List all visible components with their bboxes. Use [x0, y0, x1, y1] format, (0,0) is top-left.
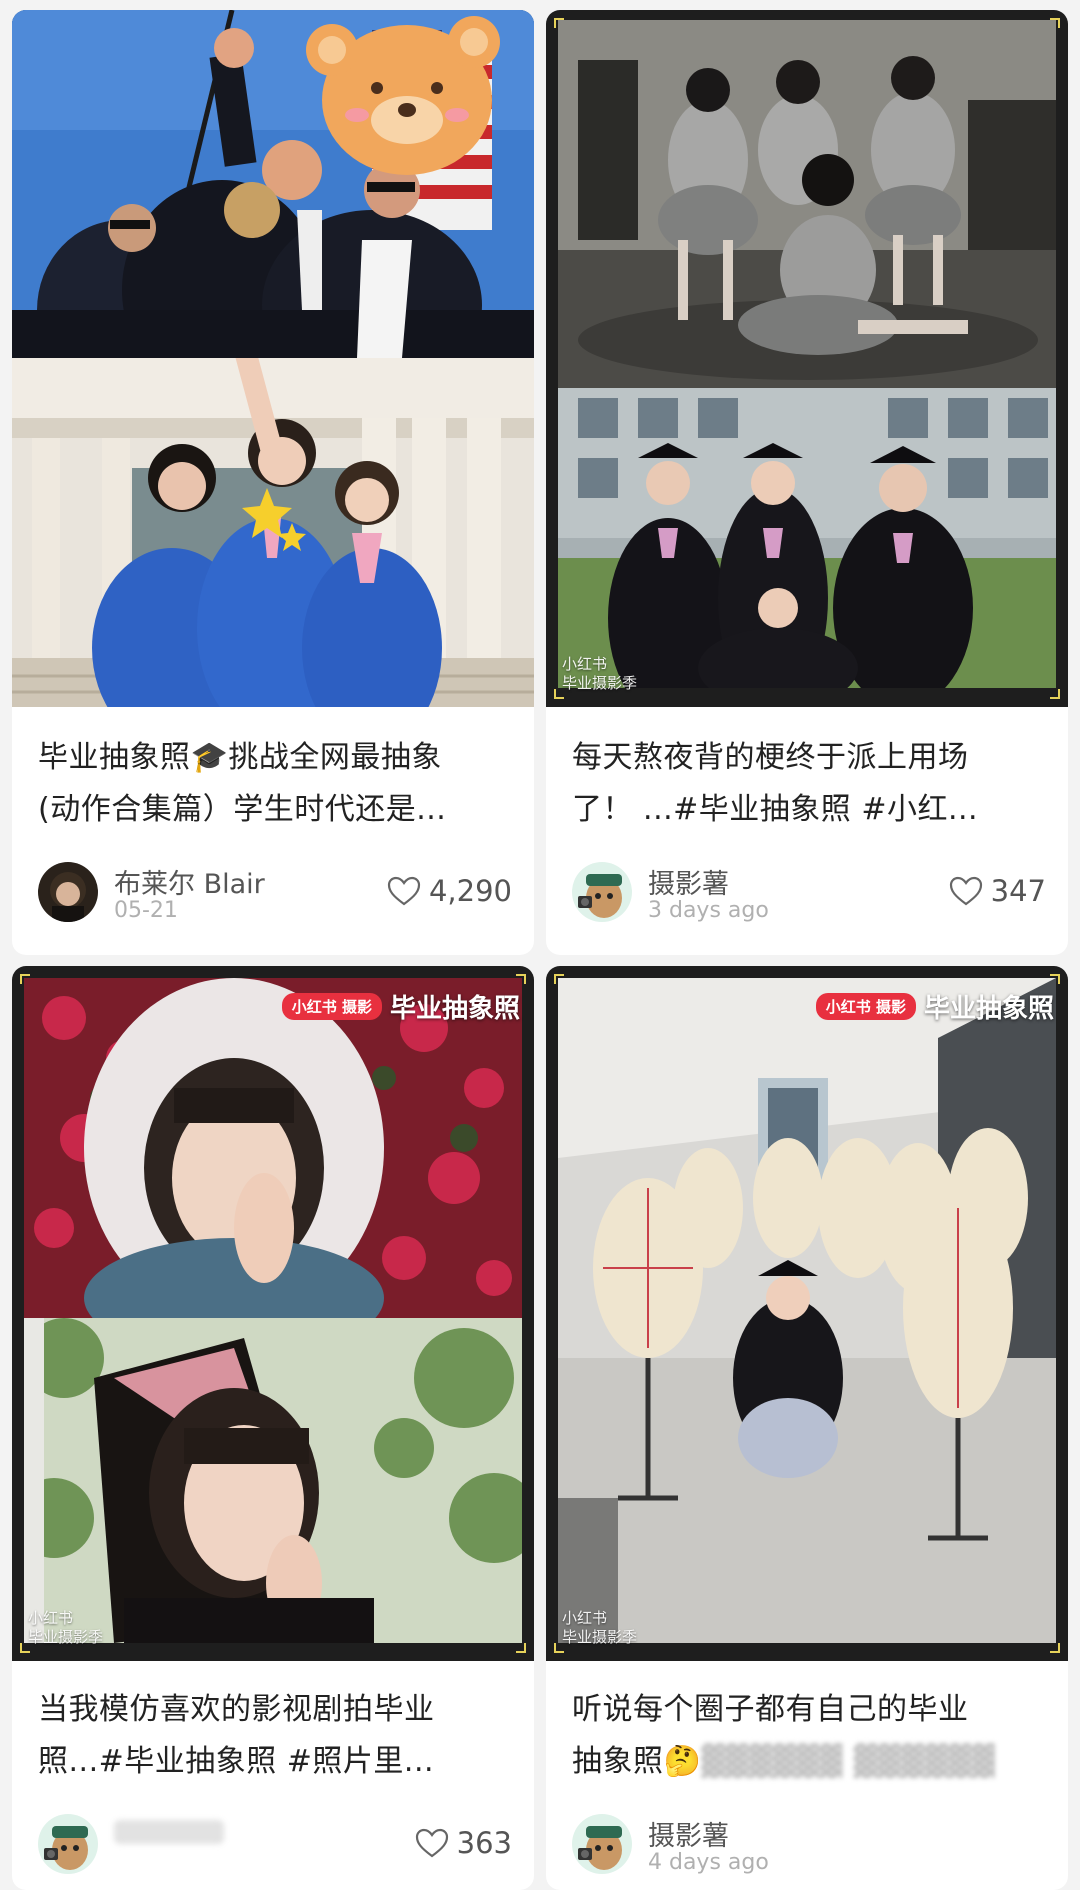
cover-watermark-top: 小红书 摄影 毕业抽象照 — [815, 988, 1054, 1025]
note-title[interactable]: 当我模仿喜欢的影视剧拍毕业 照...#毕业抽象照 #照片里... — [38, 1684, 512, 1788]
note-meta: 布莱尔 Blair 05-21 4,290 — [38, 862, 512, 924]
cover-photo-top — [24, 978, 522, 1318]
note-title-line: 了！ ...#毕业抽象照 #小红... — [572, 792, 979, 827]
note-cover-image[interactable]: 小红书 毕业摄影季 — [546, 10, 1068, 707]
note-meta: 363 — [38, 1814, 512, 1876]
note-title[interactable]: 每天熬夜背的梗终于派上用场 了！ ...#毕业抽象照 #小红... — [572, 732, 1046, 836]
note-title[interactable]: 听说每个圈子都有自己的毕业 抽象照🤔▓▓▓▓▓▓ ▓▓▓▓▓▓ — [572, 1684, 1046, 1788]
cover-photo — [558, 978, 1056, 1643]
like-button[interactable]: 363 — [415, 1826, 512, 1860]
cover-watermark: 小红书 毕业摄影季 — [28, 1609, 104, 1646]
corner-mark — [554, 689, 564, 699]
note-cover-image[interactable] — [12, 10, 534, 707]
note-title-line: 照...#毕业抽象照 #照片里... — [38, 1744, 435, 1779]
cover-photo-top — [558, 20, 1056, 388]
corner-mark — [516, 974, 526, 984]
note-title-line: (动作合集篇）学生时代还是... — [38, 792, 447, 827]
note-card[interactable]: 毕业抽象照🎓挑战全网最抽象 (动作合集篇）学生时代还是... 布莱尔 Blair… — [12, 10, 534, 955]
note-card[interactable]: 小红书 毕业摄影季 每天熬夜背的梗终于派上用场 了！ ...#毕业抽象照 #小红… — [546, 10, 1068, 955]
note-title-line: 听说每个圈子都有自己的毕业 — [572, 1692, 969, 1727]
cover-watermark: 小红书 毕业摄影季 — [562, 1609, 638, 1646]
corner-mark — [554, 1643, 564, 1653]
note-title-line: 抽象照🤔▓▓▓▓▓▓ ▓▓▓▓▓▓ — [572, 1744, 996, 1779]
corner-mark — [1050, 1643, 1060, 1653]
corner-mark — [554, 974, 564, 984]
note-title-line: 当我模仿喜欢的影视剧拍毕业 — [38, 1692, 435, 1727]
note-cover-image[interactable]: 小红书 摄影 毕业抽象照 小红书 毕业摄影季 — [546, 966, 1068, 1661]
like-count: 347 — [990, 874, 1046, 908]
note-title-line: 每天熬夜背的梗终于派上用场 — [572, 740, 969, 775]
heart-icon — [415, 1828, 448, 1858]
note-card[interactable]: 小红书 摄影 毕业抽象照 小红书 毕业摄影季 当我模仿喜欢的影视剧拍毕业 照..… — [12, 966, 534, 1890]
author-name[interactable]: 摄影薯 — [648, 862, 729, 901]
cover-photo-bottom — [24, 1318, 522, 1643]
cover-watermark: 小红书 毕业摄影季 — [562, 655, 638, 692]
cover-watermark-top: 小红书 摄影 毕业抽象照 — [281, 988, 520, 1025]
note-meta: 摄影薯 4 days ago — [572, 1814, 1046, 1876]
corner-mark — [516, 1643, 526, 1653]
heart-icon — [387, 876, 421, 906]
corner-mark — [1050, 689, 1060, 699]
author-name[interactable]: 布莱尔 Blair — [114, 862, 265, 901]
note-card[interactable]: 小红书 摄影 毕业抽象照 小红书 毕业摄影季 听说每个圈子都有自己的毕业 抽象照… — [546, 966, 1068, 1890]
corner-mark — [20, 974, 30, 984]
corner-mark — [1050, 974, 1060, 984]
corner-mark — [554, 18, 564, 28]
post-date: 4 days ago — [648, 1850, 769, 1875]
cover-photo-bottom — [558, 388, 1056, 688]
cover-photo-bottom — [12, 358, 534, 707]
note-meta: 摄影薯 3 days ago 347 — [572, 862, 1046, 924]
author-name-redacted[interactable] — [114, 1820, 224, 1844]
cover-photo-top — [12, 10, 534, 358]
corner-mark — [1050, 18, 1060, 28]
author-avatar[interactable] — [38, 1814, 98, 1874]
note-title[interactable]: 毕业抽象照🎓挑战全网最抽象 (动作合集篇）学生时代还是... — [38, 732, 512, 836]
corner-mark — [20, 1643, 30, 1653]
note-feed: 毕业抽象照🎓挑战全网最抽象 (动作合集篇）学生时代还是... 布莱尔 Blair… — [0, 0, 1080, 1890]
note-title-line: 毕业抽象照🎓挑战全网最抽象 — [38, 740, 442, 775]
note-cover-image[interactable]: 小红书 摄影 毕业抽象照 小红书 毕业摄影季 — [12, 966, 534, 1661]
author-name[interactable]: 摄影薯 — [648, 1814, 729, 1853]
post-date: 3 days ago — [648, 898, 769, 923]
redacted-text: ▓▓▓▓▓▓ ▓▓▓▓▓▓ — [701, 1744, 996, 1779]
author-avatar[interactable] — [572, 862, 632, 922]
like-count: 363 — [456, 1826, 512, 1860]
like-button[interactable]: 347 — [949, 874, 1046, 908]
heart-icon — [949, 876, 982, 906]
author-avatar[interactable] — [38, 862, 98, 922]
author-avatar[interactable] — [572, 1814, 632, 1874]
like-count: 4,290 — [428, 874, 512, 908]
like-button[interactable]: 4,290 — [387, 874, 512, 908]
post-date: 05-21 — [114, 898, 178, 923]
